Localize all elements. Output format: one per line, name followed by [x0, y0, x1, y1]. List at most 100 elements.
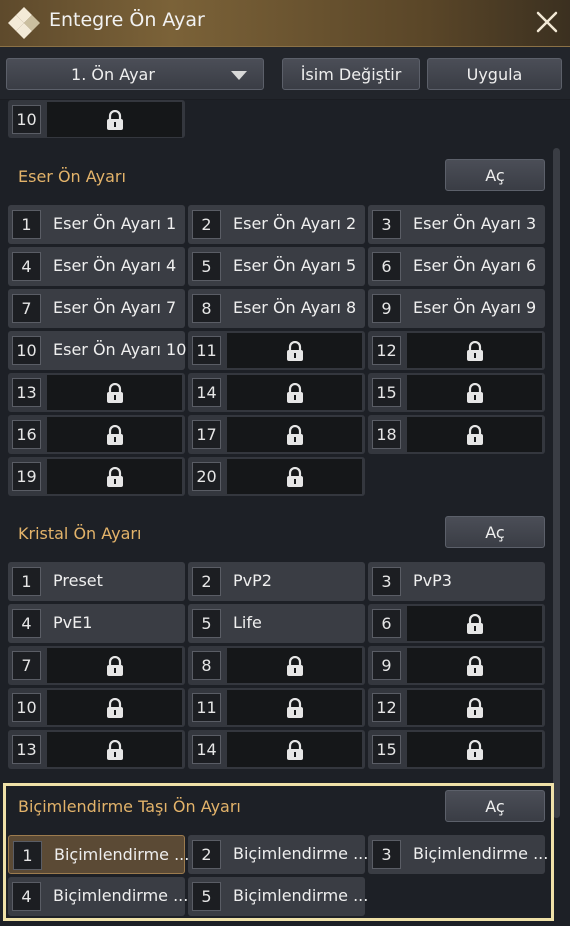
preset-dropdown-value: 1. Ön Ayar	[71, 64, 155, 84]
slot-name: Eser Ön Ayarı 1	[53, 214, 177, 233]
preset-slot-locked[interactable]: 14	[188, 373, 365, 412]
slot-name: Eser Ön Ayarı 5	[233, 256, 357, 275]
slot-name: Eser Ön Ayarı 3	[413, 214, 537, 233]
preset-slot[interactable]: 1 Preset	[8, 562, 185, 601]
preset-slot-locked[interactable]: 13	[8, 730, 185, 769]
slot-number: 10	[12, 693, 41, 722]
preset-slot-locked[interactable]: 11	[188, 688, 365, 727]
preset-slot-locked[interactable]: 16	[8, 415, 185, 454]
lock-icon	[467, 656, 483, 676]
preset-slot[interactable]: 2 PvP2	[188, 562, 365, 601]
slot-locked-area	[47, 648, 182, 683]
preset-slot-locked[interactable]: 20	[188, 457, 365, 496]
apply-button[interactable]: Uygula	[427, 58, 562, 90]
slot-locked-area	[407, 333, 542, 368]
preset-slot-locked[interactable]: 12	[368, 331, 545, 370]
slot-locked-area	[227, 690, 362, 725]
slot-number: 3	[372, 567, 401, 596]
lock-icon	[287, 383, 303, 403]
lock-icon	[287, 656, 303, 676]
artifact-open-button[interactable]: Aç	[445, 159, 545, 191]
slot-locked-area	[227, 375, 362, 410]
slot-number: 11	[192, 693, 221, 722]
slot-name: Eser Ön Ayarı 9	[413, 298, 537, 317]
preset-slot-locked[interactable]: 11	[188, 331, 365, 370]
preset-slot-locked[interactable]: 9	[368, 646, 545, 685]
slot-locked-area	[47, 102, 182, 137]
lock-icon	[107, 698, 123, 718]
preset-slot[interactable]: 9 Eser Ön Ayarı 9	[368, 289, 545, 328]
preset-slot[interactable]: 5 Life	[188, 604, 365, 643]
slot-locked-area	[47, 690, 182, 725]
selection-highlight	[3, 783, 554, 921]
lock-icon	[467, 740, 483, 760]
slot-number: 16	[12, 420, 41, 449]
preset-slot[interactable]: 3 PvP3	[368, 562, 545, 601]
lock-icon	[287, 425, 303, 445]
slot-number: 11	[192, 336, 221, 365]
slot-locked-area	[407, 606, 542, 641]
preset-slot-locked[interactable]: 13	[8, 373, 185, 412]
rename-button[interactable]: İsim Değiştir	[282, 58, 420, 90]
preset-slot-locked[interactable]: 6	[368, 604, 545, 643]
slot-name: Eser Ön Ayarı 7	[53, 298, 177, 317]
preset-slot-locked[interactable]: 10	[8, 688, 185, 727]
slot-locked-area	[47, 732, 182, 767]
preset-slot[interactable]: 6 Eser Ön Ayarı 6	[368, 247, 545, 286]
slot-name: Eser Ön Ayarı 2	[233, 214, 357, 233]
preset-slot[interactable]: 7 Eser Ön Ayarı 7	[8, 289, 185, 328]
preset-slot[interactable]: 5 Eser Ön Ayarı 5	[188, 247, 365, 286]
slot-number: 14	[192, 378, 221, 407]
title-bar: Entegre Ön Ayar	[0, 0, 570, 47]
preset-dropdown[interactable]: 1. Ön Ayar	[6, 58, 264, 90]
lock-icon	[107, 656, 123, 676]
slot-number: 8	[192, 294, 221, 323]
preset-slot-locked[interactable]: 17	[188, 415, 365, 454]
slot-number: 4	[12, 609, 41, 638]
preset-slot-locked[interactable]: 15	[368, 730, 545, 769]
lock-icon	[107, 110, 123, 130]
slot-locked-area	[407, 417, 542, 452]
preset-slot[interactable]: 4 Eser Ön Ayarı 4	[8, 247, 185, 286]
lock-icon	[467, 341, 483, 361]
preset-slot[interactable]: 3 Eser Ön Ayarı 3	[368, 205, 545, 244]
slot-number: 12	[372, 336, 401, 365]
slot-number: 12	[372, 693, 401, 722]
slot-number: 4	[12, 252, 41, 281]
preset-slot-locked[interactable]: 8	[188, 646, 365, 685]
preset-slot-locked[interactable]: 18	[368, 415, 545, 454]
preset-slot[interactable]: 1 Eser Ön Ayarı 1	[8, 205, 185, 244]
preset-slot[interactable]: 8 Eser Ön Ayarı 8	[188, 289, 365, 328]
slot-number: 13	[12, 378, 41, 407]
slot-number: 8	[192, 651, 221, 680]
slot-number: 13	[12, 735, 41, 764]
preset-slot[interactable]: 10 Eser Ön Ayarı 10	[8, 331, 186, 370]
crystal-open-button[interactable]: Aç	[445, 516, 545, 548]
slot-number: 2	[192, 567, 221, 596]
scrollbar[interactable]	[553, 148, 560, 818]
slot-number: 1	[12, 210, 41, 239]
preset-slot-locked[interactable]: 10	[8, 100, 185, 138]
lock-icon	[107, 467, 123, 487]
window-title: Entegre Ön Ayar	[49, 9, 205, 31]
slot-number: 19	[12, 462, 41, 491]
slot-number: 9	[372, 651, 401, 680]
preset-slot-locked[interactable]: 12	[368, 688, 545, 727]
slot-number: 1	[12, 567, 41, 596]
slot-number: 6	[372, 252, 401, 281]
preset-slot[interactable]: 4 PvE1	[8, 604, 185, 643]
slot-number: 2	[192, 210, 221, 239]
slot-number: 5	[192, 609, 221, 638]
preset-slot-locked[interactable]: 15	[368, 373, 545, 412]
preset-slot-locked[interactable]: 19	[8, 457, 185, 496]
chevron-down-icon	[231, 71, 247, 80]
slot-number: 7	[12, 651, 41, 680]
slot-number: 3	[372, 210, 401, 239]
slot-name: Eser Ön Ayarı 8	[233, 298, 357, 317]
close-icon[interactable]	[532, 7, 562, 37]
preset-slot-locked[interactable]: 14	[188, 730, 365, 769]
preset-slot-locked[interactable]: 7	[8, 646, 185, 685]
slot-number: 5	[192, 252, 221, 281]
lock-icon	[467, 614, 483, 634]
preset-slot[interactable]: 2 Eser Ön Ayarı 2	[188, 205, 365, 244]
